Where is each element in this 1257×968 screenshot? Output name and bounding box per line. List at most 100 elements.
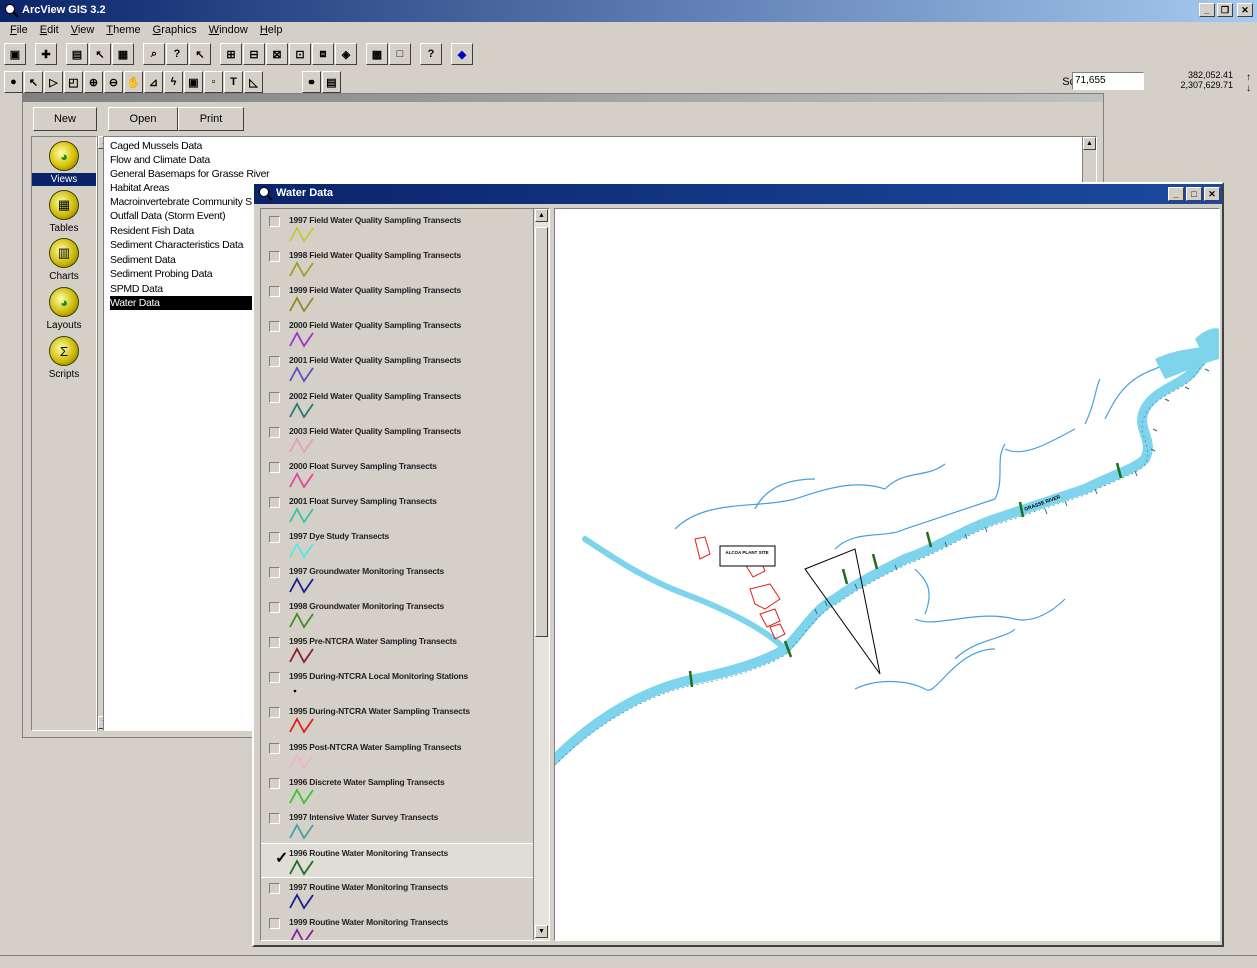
open-button[interactable]: Open	[108, 107, 178, 131]
zoom-full-extent-icon[interactable]: ⊞	[220, 43, 242, 65]
zoom-in-tool-icon[interactable]: ⊕	[84, 71, 103, 93]
project-title-bar[interactable]	[23, 94, 1103, 102]
menu-edit[interactable]: Edit	[34, 22, 65, 40]
theme-visibility-checkbox[interactable]	[269, 391, 280, 403]
menu-theme[interactable]: Theme	[100, 22, 146, 40]
zoom-selected-icon[interactable]: ⊠	[266, 43, 288, 65]
locate-icon[interactable]: ↖	[189, 43, 211, 65]
scale-input[interactable]: 71,655	[1072, 72, 1144, 90]
theme-visibility-checkbox[interactable]	[269, 531, 280, 543]
view-title-bar[interactable]: Water Data _ □ ✕	[254, 184, 1222, 204]
clear-selection-icon[interactable]: □	[389, 43, 411, 65]
theme-item[interactable]: 1997 Field Water Quality Sampling Transe…	[261, 211, 533, 246]
theme-item[interactable]: 1995 Post-NTCRA Water Sampling Transects	[261, 738, 533, 773]
theme-item[interactable]: 1997 Intensive Water Survey Transects	[261, 808, 533, 843]
save-project-icon[interactable]: ▣	[4, 43, 26, 65]
select-by-theme-icon[interactable]: ▩	[366, 43, 388, 65]
theme-item[interactable]: 1997 Groundwater Monitoring Transects	[261, 562, 533, 597]
theme-visibility-checkbox[interactable]	[269, 672, 280, 684]
menu-view[interactable]: View	[65, 22, 101, 40]
theme-visibility-checkbox[interactable]	[269, 426, 280, 438]
minimize-button[interactable]: _	[1199, 3, 1215, 17]
doctype-views[interactable]: ◕ Views	[32, 141, 96, 186]
theme-item[interactable]: 1999 Routine Water Monitoring Transects	[261, 913, 533, 940]
scroll-thumb[interactable]	[535, 227, 548, 637]
theme-item[interactable]: 2000 Float Survey Sampling Transects	[261, 457, 533, 492]
theme-visibility-checkbox[interactable]: ✓	[269, 849, 288, 867]
theme-visibility-checkbox[interactable]	[269, 496, 280, 508]
view-minimize-button[interactable]: _	[1168, 187, 1184, 201]
pan-tool-icon[interactable]: ✋	[124, 71, 143, 93]
theme-visibility-checkbox[interactable]	[269, 356, 280, 368]
theme-visibility-checkbox[interactable]	[269, 216, 280, 227]
theme-item[interactable]: 2001 Field Water Quality Sampling Transe…	[261, 351, 533, 386]
identify-tool-icon[interactable]: ●	[4, 71, 23, 93]
select-feature-tool-icon[interactable]: ◰	[64, 71, 83, 93]
theme-visibility-checkbox[interactable]	[269, 707, 280, 719]
list-item[interactable]: Habitat Areas	[110, 181, 169, 195]
theme-visibility-checkbox[interactable]	[269, 567, 280, 578]
list-item[interactable]: Resident Fish Data	[110, 224, 194, 238]
theme-visibility-checkbox[interactable]	[269, 812, 280, 824]
add-theme-icon[interactable]: ✚	[35, 43, 57, 65]
menu-graphics[interactable]: Graphics	[147, 22, 203, 40]
zoom-out-tool-icon[interactable]: ⊖	[104, 71, 123, 93]
vertex-edit-tool-icon[interactable]: ▷	[44, 71, 63, 93]
help-icon[interactable]: ?	[420, 43, 442, 65]
theme-item[interactable]: ✓ 1996 Routine Water Monitoring Transects	[261, 842, 533, 878]
theme-item[interactable]: 2001 Float Survey Sampling Transects	[261, 492, 533, 527]
scroll-down-icon[interactable]: ▼	[535, 925, 548, 938]
list-item[interactable]: Macroinvertebrate Community S	[110, 195, 252, 209]
list-item[interactable]: Caged Mussels Data	[110, 139, 202, 153]
print-button[interactable]: Print	[178, 107, 244, 131]
theme-visibility-checkbox[interactable]	[269, 777, 280, 789]
list-item[interactable]: Sediment Probing Data	[110, 267, 213, 281]
doctype-scripts[interactable]: Σ Scripts	[32, 336, 96, 381]
query-builder-icon[interactable]: ?	[166, 43, 188, 65]
area-of-interest-tool-icon[interactable]: ▣	[184, 71, 203, 93]
theme-visibility-checkbox[interactable]	[269, 882, 280, 894]
restore-button[interactable]: ❐	[1217, 3, 1233, 17]
doctype-charts[interactable]: ▥ Charts	[32, 238, 96, 283]
menu-help[interactable]: Help	[254, 22, 289, 40]
find-icon[interactable]: ⌕	[143, 43, 165, 65]
theme-visibility-checkbox[interactable]	[269, 286, 280, 298]
zoom-previous-icon[interactable]: ◈	[335, 43, 357, 65]
toc-scrollbar[interactable]: ▲ ▼	[533, 209, 549, 940]
theme-visibility-checkbox[interactable]	[269, 321, 280, 333]
scroll-up-icon[interactable]: ▲	[1083, 137, 1096, 150]
list-item[interactable]: Outfall Data (Storm Event)	[110, 209, 226, 223]
theme-visibility-checkbox[interactable]	[269, 918, 280, 929]
theme-item[interactable]: 1995 During-NTCRA Water Sampling Transec…	[261, 702, 533, 737]
theme-item[interactable]: 1998 Groundwater Monitoring Transects	[261, 597, 533, 632]
doctype-tables[interactable]: ▦ Tables	[32, 190, 96, 235]
list-item[interactable]: SPMD Data	[110, 282, 163, 296]
theme-visibility-checkbox[interactable]	[269, 637, 280, 649]
view-close-button[interactable]: ✕	[1204, 187, 1220, 201]
theme-item[interactable]: 2003 Field Water Quality Sampling Transe…	[261, 422, 533, 457]
theme-item[interactable]: 1995 During-NTCRA Local Monitoring Stati…	[261, 667, 533, 702]
menu-window[interactable]: Window	[203, 22, 254, 40]
open-table-icon[interactable]: ▦	[112, 43, 134, 65]
new-button[interactable]: New	[33, 107, 97, 131]
map-display[interactable]: ALCOA PLANT SITE GRASSE RIVER	[554, 208, 1220, 941]
scroll-up-icon[interactable]: ▲	[535, 209, 548, 222]
extension-icon[interactable]: ◆	[451, 43, 473, 65]
list-item-selected[interactable]: Water Data	[110, 296, 260, 310]
list-item[interactable]: Sediment Data	[110, 253, 176, 267]
theme-item[interactable]: 1999 Field Water Quality Sampling Transe…	[261, 281, 533, 316]
theme-item[interactable]: 1996 Discrete Water Sampling Transects	[261, 773, 533, 808]
network-tool-icon[interactable]: ⚭	[302, 71, 321, 93]
theme-visibility-checkbox[interactable]	[269, 251, 280, 263]
close-button[interactable]: ✕	[1237, 3, 1253, 17]
map-canvas[interactable]: ALCOA PLANT SITE GRASSE RIVER	[555, 209, 1219, 940]
zoom-in-fixed-icon[interactable]: ⊡	[289, 43, 311, 65]
list-item[interactable]: General Basemaps for Grasse River	[110, 167, 270, 181]
menu-file[interactable]: File	[4, 22, 34, 40]
theme-item[interactable]: 2000 Field Water Quality Sampling Transe…	[261, 316, 533, 351]
theme-visibility-checkbox[interactable]	[269, 461, 280, 473]
list-item[interactable]: Sediment Characteristics Data	[110, 238, 243, 252]
view-maximize-button[interactable]: □	[1186, 187, 1202, 201]
measure-tool-icon[interactable]: ⊿	[144, 71, 163, 93]
label-tool-icon[interactable]: ◺	[244, 71, 263, 93]
